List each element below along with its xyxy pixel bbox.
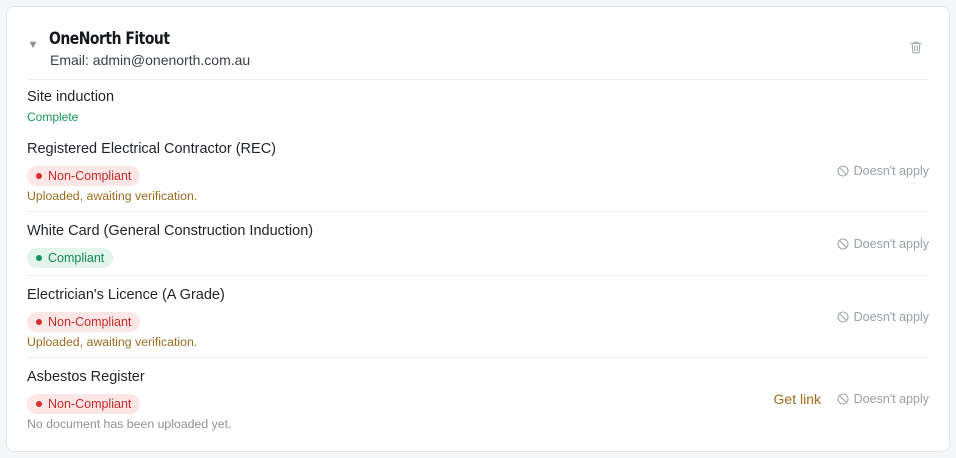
status-note: No document has been uploaded yet.	[27, 417, 232, 431]
status-badge: Non-Compliant	[27, 394, 141, 414]
doesnt-apply-button[interactable]: Doesn't apply	[837, 237, 929, 251]
status-note: Uploaded, awaiting verification.	[27, 335, 198, 349]
divider	[27, 79, 929, 80]
contractor-name: OneNorth Fitout	[49, 29, 170, 49]
divider	[27, 357, 929, 358]
doesnt-apply-label: Doesn't apply	[853, 237, 929, 251]
requirement-row: Electrician's Licence (A Grade) Non-Comp…	[27, 286, 929, 356]
doesnt-apply-button[interactable]: Doesn't apply	[837, 310, 929, 324]
doesnt-apply-label: Doesn't apply	[853, 164, 929, 178]
status-badge-label: Non-Compliant	[48, 169, 132, 183]
requirement-row: Asbestos Register Non-Compliant No docum…	[27, 368, 929, 440]
status-badge-label: Compliant	[48, 251, 105, 265]
ban-icon	[837, 165, 849, 177]
contractor-card: ▼ OneNorth Fitout Email: admin@onenorth.…	[6, 6, 950, 452]
requirement-title: Asbestos Register	[27, 369, 145, 385]
status-badge-label: Non-Compliant	[48, 315, 132, 329]
divider	[27, 275, 929, 276]
doesnt-apply-button[interactable]: Doesn't apply	[837, 392, 929, 406]
contractor-email: Email: admin@onenorth.com.au	[50, 52, 251, 68]
doesnt-apply-label: Doesn't apply	[853, 392, 929, 406]
requirement-row: White Card (General Construction Inducti…	[27, 222, 929, 274]
doesnt-apply-button[interactable]: Doesn't apply	[837, 164, 929, 178]
caret-down-icon[interactable]: ▼	[27, 39, 39, 51]
divider	[27, 211, 929, 212]
requirement-title: Electrician's Licence (A Grade)	[27, 287, 225, 303]
ban-icon	[837, 393, 849, 405]
status-dot	[36, 255, 42, 261]
doesnt-apply-label: Doesn't apply	[853, 310, 929, 324]
requirement-title: White Card (General Construction Inducti…	[27, 223, 314, 239]
status-dot	[36, 173, 42, 179]
get-link-button[interactable]: Get link	[774, 391, 821, 407]
requirement-row: Registered Electrical Contractor (REC) N…	[27, 140, 929, 210]
ban-icon	[837, 238, 849, 250]
status-badge: Compliant	[27, 248, 114, 268]
ban-icon	[837, 311, 849, 323]
status-badge-label: Non-Compliant	[48, 397, 132, 411]
site-induction-status: Complete	[27, 110, 79, 124]
site-induction: Site induction Complete	[27, 89, 114, 124]
contractor-header: ▼ OneNorth Fitout Email: admin@onenorth.…	[7, 7, 949, 80]
status-badge: Non-Compliant	[27, 166, 141, 186]
status-dot	[36, 319, 42, 325]
site-induction-title: Site induction	[27, 89, 115, 105]
status-badge: Non-Compliant	[27, 312, 141, 332]
status-dot	[36, 401, 42, 407]
trash-icon[interactable]	[909, 40, 923, 54]
status-note: Uploaded, awaiting verification.	[27, 189, 198, 203]
requirement-title: Registered Electrical Contractor (REC)	[27, 141, 276, 157]
